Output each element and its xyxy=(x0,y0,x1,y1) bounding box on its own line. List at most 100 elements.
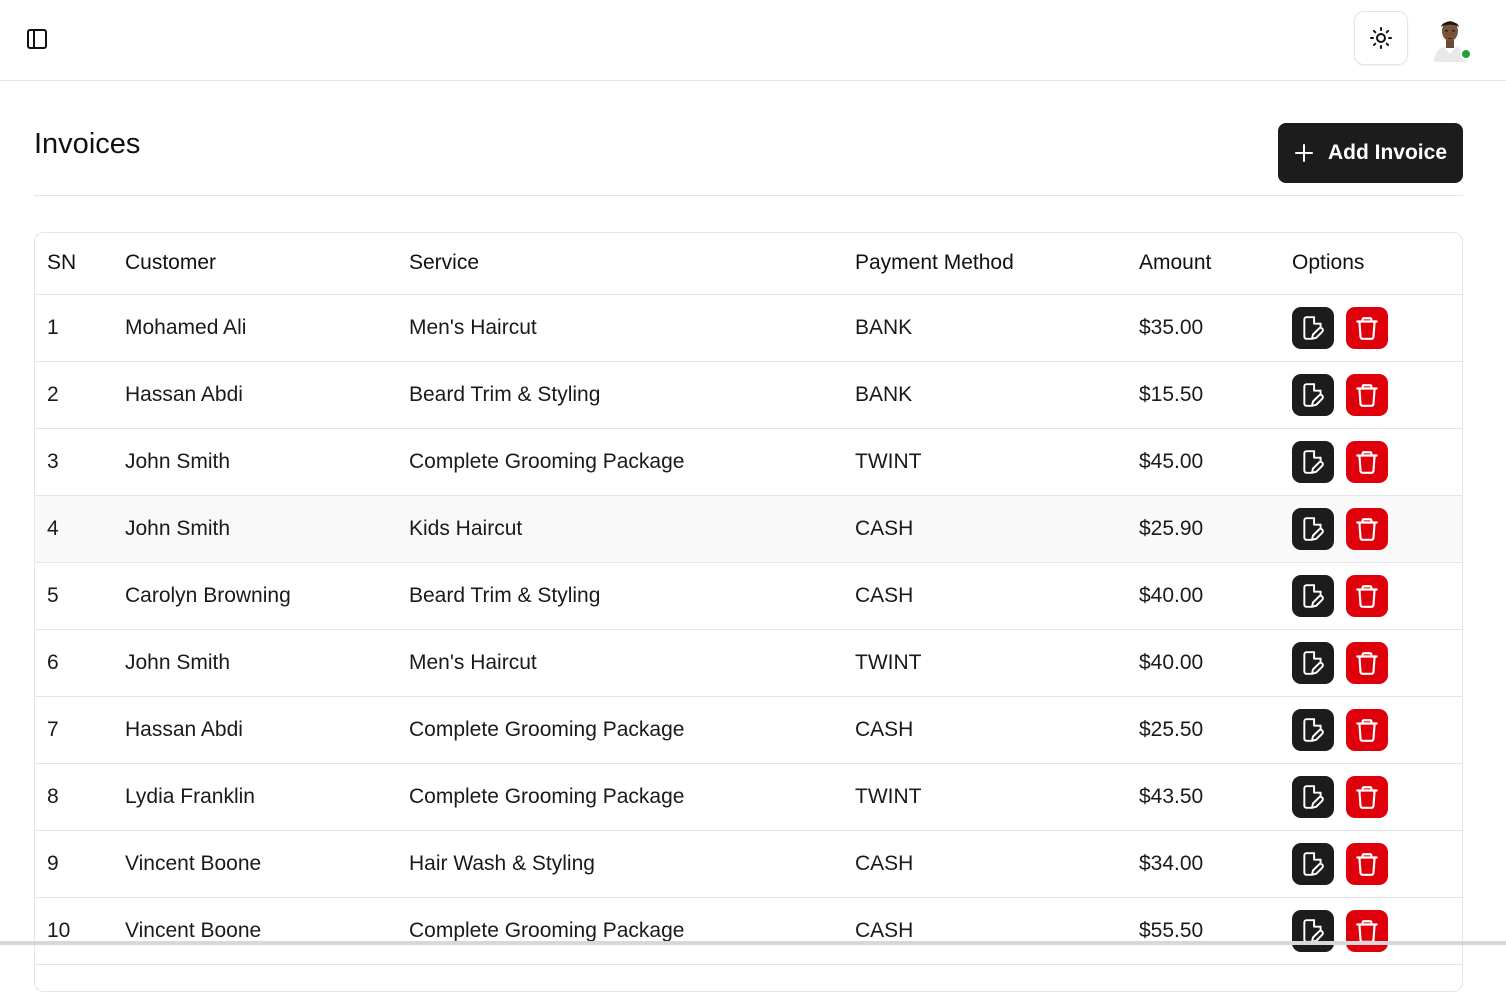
service-cell: Complete Grooming Package xyxy=(397,763,843,831)
column-header: Payment Method xyxy=(843,233,1127,295)
table-row[interactable]: 2 Hassan Abdi Beard Trim & Styling BANK $15.… xyxy=(35,361,1462,429)
edit-invoice-button[interactable] xyxy=(1292,440,1334,483)
amount-cell: $25.50 xyxy=(1127,696,1280,764)
delete-invoice-button[interactable] xyxy=(1346,574,1388,617)
customer-cell: Mohamed Ali xyxy=(113,294,397,362)
delete-invoice-button[interactable] xyxy=(1346,708,1388,751)
file-edit-icon xyxy=(1303,650,1324,675)
sn-cell: 6 xyxy=(35,629,113,697)
trash-icon xyxy=(1356,584,1378,608)
delete-invoice-button[interactable] xyxy=(1346,373,1388,416)
table-row[interactable]: 10 Vincent Boone Complete Grooming Package… xyxy=(35,897,1462,965)
table-row[interactable]: 7 Hassan Abdi Complete Grooming Package CAS… xyxy=(35,696,1462,764)
sn-cell: 5 xyxy=(35,562,113,630)
payment-method-cell: CASH xyxy=(843,562,1127,630)
payment-method-cell: BANK xyxy=(843,361,1127,429)
customer-cell: John Smith xyxy=(113,495,397,563)
amount-cell: $55.50 xyxy=(1127,897,1280,965)
edit-invoice-button[interactable] xyxy=(1292,507,1334,550)
file-edit-icon xyxy=(1303,315,1324,340)
row-actions xyxy=(1292,440,1462,483)
row-actions xyxy=(1292,306,1462,349)
customer-cell: Vincent Boone xyxy=(113,830,397,898)
customer-cell: Hassan Abdi xyxy=(113,696,397,764)
options-cell xyxy=(1280,696,1462,764)
row-actions xyxy=(1292,775,1462,818)
table-row[interactable]: 3 John Smith Complete Grooming Package TWIN… xyxy=(35,428,1462,496)
file-edit-icon xyxy=(1303,516,1324,541)
trash-icon xyxy=(1356,785,1378,809)
row-actions xyxy=(1292,909,1462,952)
trash-icon xyxy=(1356,718,1378,742)
trash-icon xyxy=(1356,517,1378,541)
amount-cell: $25.90 xyxy=(1127,495,1280,563)
plus-icon xyxy=(1294,144,1313,162)
add-invoice-button[interactable]: Add Invoice xyxy=(1278,123,1463,183)
trash-icon xyxy=(1356,383,1378,407)
trash-icon xyxy=(1356,450,1378,474)
table-row[interactable]: 8 Lydia Franklin Complete Grooming Package… xyxy=(35,763,1462,831)
options-cell xyxy=(1280,361,1462,429)
invoices-table-container: SN Customer Service Payment Method Amount Opt… xyxy=(34,232,1463,992)
payment-method-cell: TWINT xyxy=(843,763,1127,831)
edit-invoice-button[interactable] xyxy=(1292,306,1334,349)
amount-cell: $40.00 xyxy=(1127,562,1280,630)
table-row[interactable]: 1 Mohamed Ali Men's Haircut BANK $35.00 xyxy=(35,294,1462,362)
delete-invoice-button[interactable] xyxy=(1346,909,1388,952)
amount-cell: $35.00 xyxy=(1127,294,1280,362)
trash-icon xyxy=(1356,651,1378,675)
service-cell: Complete Grooming Package xyxy=(397,428,843,496)
invoices-table: SN Customer Service Payment Method Amount Opt… xyxy=(35,233,1462,965)
options-cell xyxy=(1280,428,1462,496)
delete-invoice-button[interactable] xyxy=(1346,842,1388,885)
sn-cell: 4 xyxy=(35,495,113,563)
options-cell xyxy=(1280,495,1462,563)
add-invoice-label: Add Invoice xyxy=(1327,141,1448,164)
theme-toggle-button[interactable] xyxy=(1354,11,1408,65)
row-actions xyxy=(1292,842,1462,885)
service-cell: Complete Grooming Package xyxy=(397,897,843,965)
service-cell: Men's Haircut xyxy=(397,629,843,697)
file-edit-icon xyxy=(1303,851,1324,876)
row-actions xyxy=(1292,373,1462,416)
table-row[interactable]: 4 John Smith Kids Haircut CASH $25.90 xyxy=(35,495,1462,563)
delete-invoice-button[interactable] xyxy=(1346,775,1388,818)
amount-cell: $15.50 xyxy=(1127,361,1280,429)
table-body: 1 Mohamed Ali Men's Haircut BANK $35.00 2 Hass… xyxy=(35,294,1462,965)
options-cell xyxy=(1280,562,1462,630)
horizontal-scrollbar[interactable] xyxy=(0,941,1506,945)
edit-invoice-button[interactable] xyxy=(1292,909,1334,952)
delete-invoice-button[interactable] xyxy=(1346,440,1388,483)
delete-invoice-button[interactable] xyxy=(1346,641,1388,684)
row-actions xyxy=(1292,641,1462,684)
payment-method-cell: BANK xyxy=(843,294,1127,362)
sn-cell: 8 xyxy=(35,763,113,831)
edit-invoice-button[interactable] xyxy=(1292,641,1334,684)
user-avatar[interactable] xyxy=(1428,16,1472,62)
service-cell: Beard Trim & Styling xyxy=(397,562,843,630)
row-actions xyxy=(1292,507,1462,550)
service-cell: Complete Grooming Package xyxy=(397,696,843,764)
service-cell: Beard Trim & Styling xyxy=(397,361,843,429)
options-cell xyxy=(1280,763,1462,831)
table-row[interactable]: 9 Vincent Boone Hair Wash & Styling CASH $34… xyxy=(35,830,1462,898)
delete-invoice-button[interactable] xyxy=(1346,306,1388,349)
panel-left-icon xyxy=(27,29,47,49)
column-header: Service xyxy=(397,233,843,295)
edit-invoice-button[interactable] xyxy=(1292,842,1334,885)
sn-cell: 3 xyxy=(35,428,113,496)
payment-method-cell: CASH xyxy=(843,696,1127,764)
edit-invoice-button[interactable] xyxy=(1292,574,1334,617)
delete-invoice-button[interactable] xyxy=(1346,507,1388,550)
file-edit-icon xyxy=(1303,583,1324,608)
edit-invoice-button[interactable] xyxy=(1292,708,1334,751)
table-row[interactable]: 5 Carolyn Browning Beard Trim & Styling CAS… xyxy=(35,562,1462,630)
payment-method-cell: CASH xyxy=(843,897,1127,965)
sn-cell: 10 xyxy=(35,897,113,965)
edit-invoice-button[interactable] xyxy=(1292,373,1334,416)
file-edit-icon xyxy=(1303,784,1324,809)
options-cell xyxy=(1280,897,1462,965)
edit-invoice-button[interactable] xyxy=(1292,775,1334,818)
sidebar-toggle-button[interactable] xyxy=(22,24,52,54)
table-row[interactable]: 6 John Smith Men's Haircut TWINT $40.00 xyxy=(35,629,1462,697)
